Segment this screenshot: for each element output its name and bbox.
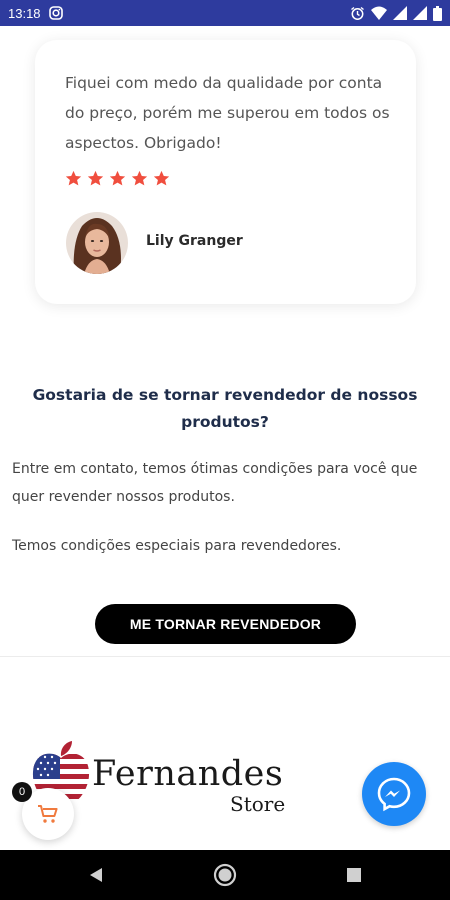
battery-icon: [433, 5, 442, 21]
testimonial-quote: Fiquei com medo da qualidade por conta d…: [65, 74, 390, 152]
instagram-icon: [48, 6, 63, 20]
star-rating: [65, 170, 170, 187]
testimonial-author: Lily Granger: [146, 233, 243, 249]
recents-icon: [347, 868, 361, 882]
reseller-text: Entre em contato, temos ótimas condições…: [12, 461, 418, 505]
become-reseller-button[interactable]: ME TORNAR REVENDEDOR: [95, 604, 356, 644]
divider: [0, 656, 450, 657]
back-button[interactable]: [84, 863, 108, 887]
cart-count-badge: 0: [12, 782, 32, 802]
star-icon: [65, 170, 82, 186]
logo-name: Fernandes: [92, 754, 284, 794]
back-icon: [90, 868, 102, 882]
signal-icon: [393, 6, 407, 20]
star-icon: [153, 170, 170, 186]
status-bar: 13:18: [0, 0, 450, 26]
logo-subtitle: Store: [230, 792, 286, 816]
status-time: 13:18: [8, 5, 41, 21]
cart-icon: [38, 805, 58, 823]
home-icon: [213, 863, 237, 887]
navigation-bar: [0, 850, 450, 900]
signal-icon: [413, 6, 427, 20]
star-icon: [131, 170, 148, 186]
star-icon: [109, 170, 126, 186]
recents-button[interactable]: [342, 863, 366, 887]
testimonial-card: Fiquei com medo da qualidade por conta d…: [35, 40, 416, 304]
star-icon: [87, 170, 104, 186]
avatar: [66, 212, 128, 274]
home-button[interactable]: [213, 863, 237, 887]
wifi-icon: [371, 6, 387, 20]
reseller-note: Temos condições especiais para revendedo…: [12, 538, 342, 554]
messenger-button[interactable]: [362, 762, 426, 826]
reseller-title: Gostaria de se tornar revendedor de noss…: [32, 386, 418, 431]
alarm-icon: [350, 6, 365, 21]
messenger-icon: [377, 777, 411, 812]
